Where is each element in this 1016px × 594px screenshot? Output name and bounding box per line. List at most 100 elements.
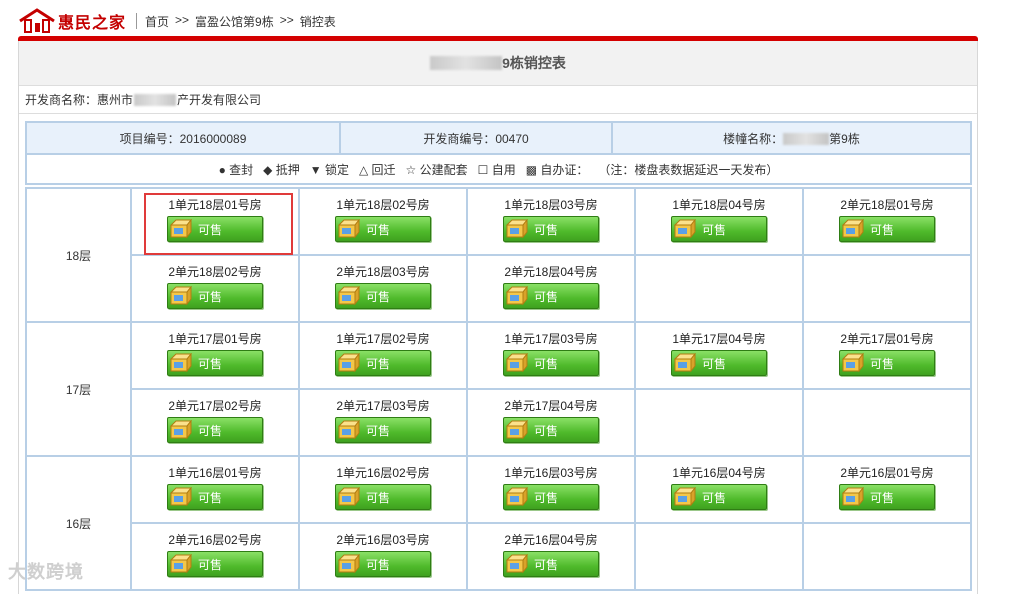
unit-label: 1单元18层04号房 [672, 198, 766, 212]
page-title-text: 9栋销控表 [502, 55, 566, 71]
status-label: 可售 [534, 557, 559, 572]
unit-label: 2单元17层04号房 [504, 399, 598, 413]
status-label: 可售 [198, 490, 223, 505]
available-unit-button[interactable]: 可售 [839, 216, 935, 242]
house-box-icon [841, 486, 865, 507]
house-box-icon [337, 553, 361, 574]
house-logo-icon [18, 8, 56, 34]
unit-label: 1单元17层04号房 [672, 332, 766, 346]
developer-name-row: 开发商名称：惠州市 产开发有限公司 [19, 86, 977, 114]
status-label: 可售 [702, 356, 727, 371]
unit-cell: 1单元18层02号房可售 [298, 187, 468, 256]
house-box-icon [169, 419, 193, 440]
available-unit-button[interactable]: 可售 [503, 283, 599, 309]
available-unit-button[interactable]: 可售 [839, 484, 935, 510]
available-unit-button[interactable]: 可售 [335, 283, 431, 309]
empty-unit-cell [802, 522, 972, 591]
available-unit-button[interactable]: 可售 [503, 350, 599, 376]
available-unit-button[interactable]: 可售 [167, 484, 263, 510]
unit-label: 2单元18层03号房 [336, 265, 430, 279]
available-unit-button[interactable]: 可售 [671, 216, 767, 242]
house-box-icon [505, 352, 529, 373]
breadcrumb-home[interactable]: 首页 [145, 13, 169, 30]
status-label: 可售 [534, 490, 559, 505]
unit-cell: 2单元16层02号房 可售 [130, 522, 300, 591]
unit-cell: 2单元17层04号房可售 [466, 388, 636, 457]
house-box-icon [337, 419, 361, 440]
unit-cell: 2单元18层03号房可售 [298, 254, 468, 323]
unit-label: 1单元16层01号房 [168, 466, 262, 480]
empty-unit-cell [634, 522, 804, 591]
house-box-icon [505, 218, 529, 239]
empty-unit-cell [634, 254, 804, 323]
unit-label: 1单元16层02号房 [336, 466, 430, 480]
status-label: 可售 [366, 423, 391, 438]
developer-name-suffix: 产开发有限公司 [177, 93, 262, 107]
project-number: 项目编号：2016000089 [25, 121, 341, 155]
available-unit-button[interactable]: 可售 [335, 216, 431, 242]
status-label: 可售 [198, 289, 223, 304]
available-unit-button[interactable]: 可售 [335, 417, 431, 443]
status-label: 可售 [534, 423, 559, 438]
status-label: 可售 [198, 356, 223, 371]
unit-label: 2单元16层01号房 [840, 466, 934, 480]
breadcrumb-current: 销控表 [299, 14, 336, 29]
unit-cell: 1单元16层01号房可售 [130, 455, 300, 524]
available-unit-button[interactable]: 可售 [167, 551, 263, 577]
unit-label: 1单元18层02号房 [336, 198, 430, 212]
unit-cell: 1单元18层01号房可售 [130, 187, 300, 256]
empty-unit-cell [802, 388, 972, 457]
house-box-icon [505, 553, 529, 574]
available-unit-button[interactable]: 可售 [167, 350, 263, 376]
house-box-icon [169, 352, 193, 373]
available-unit-button[interactable]: 可售 [167, 417, 263, 443]
house-box-icon [169, 285, 193, 306]
unit-label: 2单元17层02号房 [168, 399, 262, 413]
available-unit-button[interactable]: 可售 [839, 350, 935, 376]
available-unit-button[interactable]: 可售 [335, 350, 431, 376]
legend-relocation: △ 回迁 [358, 162, 396, 177]
header-divider [136, 13, 138, 29]
status-label: 可售 [870, 356, 895, 371]
redacted-text [134, 93, 177, 106]
unit-label: 1单元16层04号房 [672, 466, 766, 480]
status-label: 可售 [870, 222, 895, 237]
available-unit-button[interactable]: 可售 [167, 216, 263, 242]
status-label: 可售 [198, 222, 223, 237]
available-unit-button[interactable]: 可售 [335, 551, 431, 577]
legend-note: （注：楼盘表数据延迟一天发布） [598, 162, 779, 177]
unit-cell: 2单元17层01号房 可售 [802, 321, 972, 390]
floor-label: 17层 [25, 321, 132, 457]
available-unit-button[interactable]: 可售 [503, 417, 599, 443]
house-box-icon [505, 419, 529, 440]
available-unit-button[interactable]: 可售 [503, 551, 599, 577]
available-unit-button[interactable]: 可售 [503, 216, 599, 242]
status-legend: ● 查封 ◆ 抵押 ▼ 锁定 △ 回迁 ☆ 公建配套 ☐ 自用 ▩ 自办证： （… [25, 155, 972, 185]
unit-cell: 1单元17层02号房 可售 [298, 321, 468, 390]
house-box-icon [505, 486, 529, 507]
legend-self-use: ☐ 自用 [477, 162, 516, 177]
unit-cell: 2单元16层01号房可售 [802, 455, 972, 524]
unit-label: 1单元18层03号房 [504, 198, 598, 212]
house-box-icon [337, 486, 361, 507]
project-info-table: 项目编号：2016000089 开发商编号：00470 楼幢名称： 第9栋 [25, 121, 972, 155]
status-label: 可售 [366, 222, 391, 237]
unit-label: 1单元18层01号房 [168, 198, 262, 212]
status-label: 可售 [870, 490, 895, 505]
unit-label: 1单元16层03号房 [504, 466, 598, 480]
unit-cell: 2单元16层04号房 可售 [466, 522, 636, 591]
available-unit-button[interactable]: 可售 [671, 484, 767, 510]
unit-cell: 1单元16层02号房可售 [298, 455, 468, 524]
available-unit-button[interactable]: 可售 [335, 484, 431, 510]
site-logo[interactable]: 惠民之家 [18, 7, 126, 35]
available-unit-button[interactable]: 可售 [671, 350, 767, 376]
available-unit-button[interactable]: 可售 [503, 484, 599, 510]
unit-cell: 2单元16层03号房 可售 [298, 522, 468, 591]
unit-cell: 1单元17层01号房 可售 [130, 321, 300, 390]
available-unit-button[interactable]: 可售 [167, 283, 263, 309]
unit-cell: 2单元17层02号房可售 [130, 388, 300, 457]
unit-label: 2单元18层01号房 [840, 198, 934, 212]
house-box-icon [169, 218, 193, 239]
breadcrumb-building[interactable]: 富盈公馆第9栋 [195, 13, 274, 30]
empty-unit-cell [802, 254, 972, 323]
